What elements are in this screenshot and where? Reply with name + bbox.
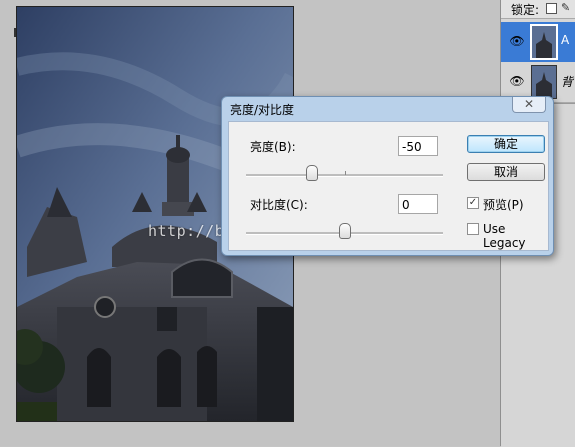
layer-row-a[interactable]: 👁 A <box>501 22 575 63</box>
lock-label: 锁定: <box>511 3 540 17</box>
layer-name[interactable]: 背 <box>561 73 573 90</box>
lock-paint-icon[interactable]: ✎ <box>561 1 570 14</box>
close-icon[interactable]: ✕ <box>512 97 546 113</box>
contrast-input[interactable]: 0 <box>398 194 438 214</box>
contrast-slider-handle[interactable] <box>339 223 351 239</box>
use-legacy-label[interactable]: Use Legacy <box>483 222 548 250</box>
layer-thumbnail <box>531 65 557 99</box>
visibility-eye-icon[interactable]: 👁 <box>509 34 525 48</box>
brightness-contrast-dialog: 亮度/对比度 ✕ 亮度(B): -50 对比度(C): 0 确定 取消 ✓ 预览… <box>221 96 554 256</box>
brightness-label: 亮度(B): <box>250 140 296 154</box>
lock-transparency-icon[interactable] <box>546 3 557 14</box>
contrast-label: 对比度(C): <box>250 198 308 212</box>
dialog-body: 亮度(B): -50 对比度(C): 0 确定 取消 ✓ 预览(P) Use L… <box>228 121 549 251</box>
brightness-input[interactable]: -50 <box>398 136 438 156</box>
lock-row: 锁定: ✎ <box>501 0 575 19</box>
dialog-title: 亮度/对比度 <box>230 103 295 117</box>
preview-checkbox[interactable]: ✓ <box>467 197 479 209</box>
layer-name[interactable]: A <box>561 33 569 47</box>
cancel-button[interactable]: 取消 <box>467 163 545 181</box>
brightness-slider-center-tick <box>345 171 346 175</box>
use-legacy-checkbox[interactable] <box>467 223 479 235</box>
visibility-eye-icon[interactable]: 👁 <box>509 74 525 88</box>
preview-label[interactable]: 预览(P) <box>483 196 524 213</box>
ok-button[interactable]: 确定 <box>467 135 545 153</box>
layer-thumbnail <box>530 24 558 60</box>
brightness-slider-handle[interactable] <box>306 165 318 181</box>
